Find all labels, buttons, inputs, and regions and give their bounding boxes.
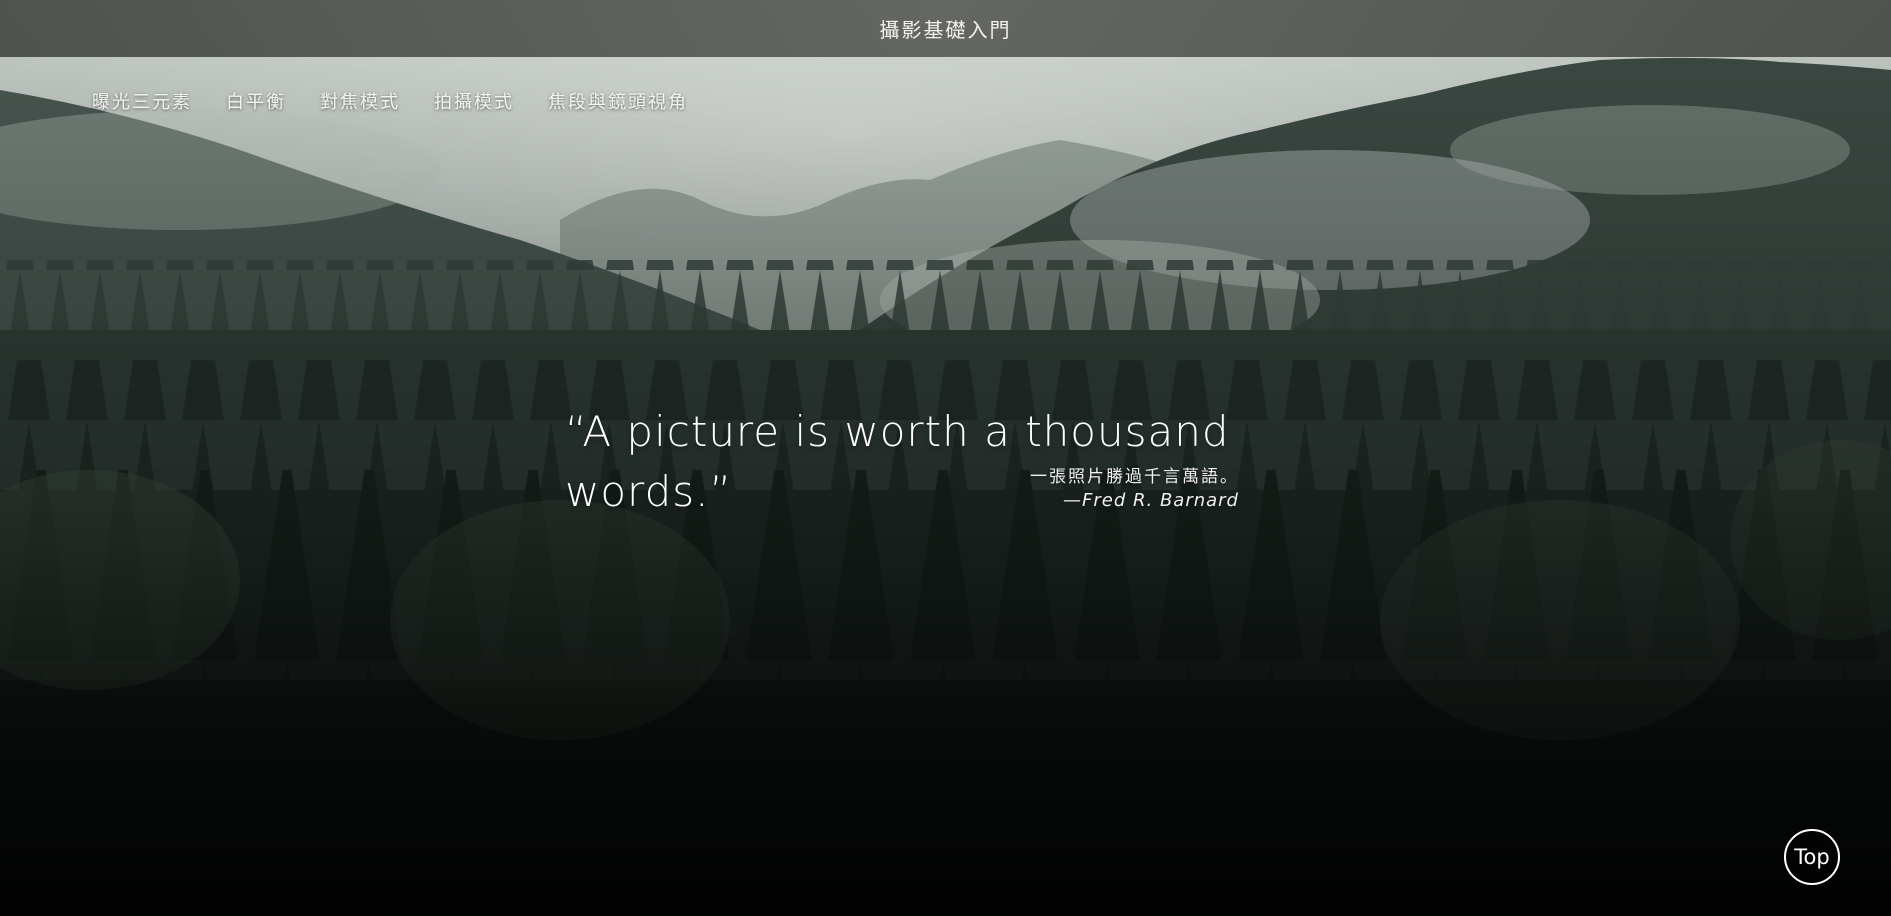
site-title[interactable]: 攝影基礎入門 [880,14,1012,43]
main-nav: 曝光三元素 白平衡 對焦模式 拍攝模式 焦段與鏡頭視角 [92,88,688,114]
page: 攝影基礎入門 曝光三元素 白平衡 對焦模式 拍攝模式 焦段與鏡頭視角 “A pi… [0,0,1891,916]
nav-item-exposure[interactable]: 曝光三元素 [92,88,192,114]
hero-quote-block: “A picture is worth a thousand words.” 一… [565,402,1345,522]
nav-item-focal-length[interactable]: 焦段與鏡頭視角 [548,88,688,114]
nav-item-focus-mode[interactable]: 對焦模式 [320,88,400,114]
hero-quote-author: —Fred R. Barnard [1063,490,1239,511]
back-to-top-button[interactable]: Top [1784,829,1840,885]
nav-item-shooting-mode[interactable]: 拍攝模式 [434,88,514,114]
hero-quote-translation: 一張照片勝過千言萬語。 [1030,467,1239,487]
nav-item-white-balance[interactable]: 白平衡 [226,88,286,114]
title-bar: 攝影基礎入門 [0,0,1891,57]
